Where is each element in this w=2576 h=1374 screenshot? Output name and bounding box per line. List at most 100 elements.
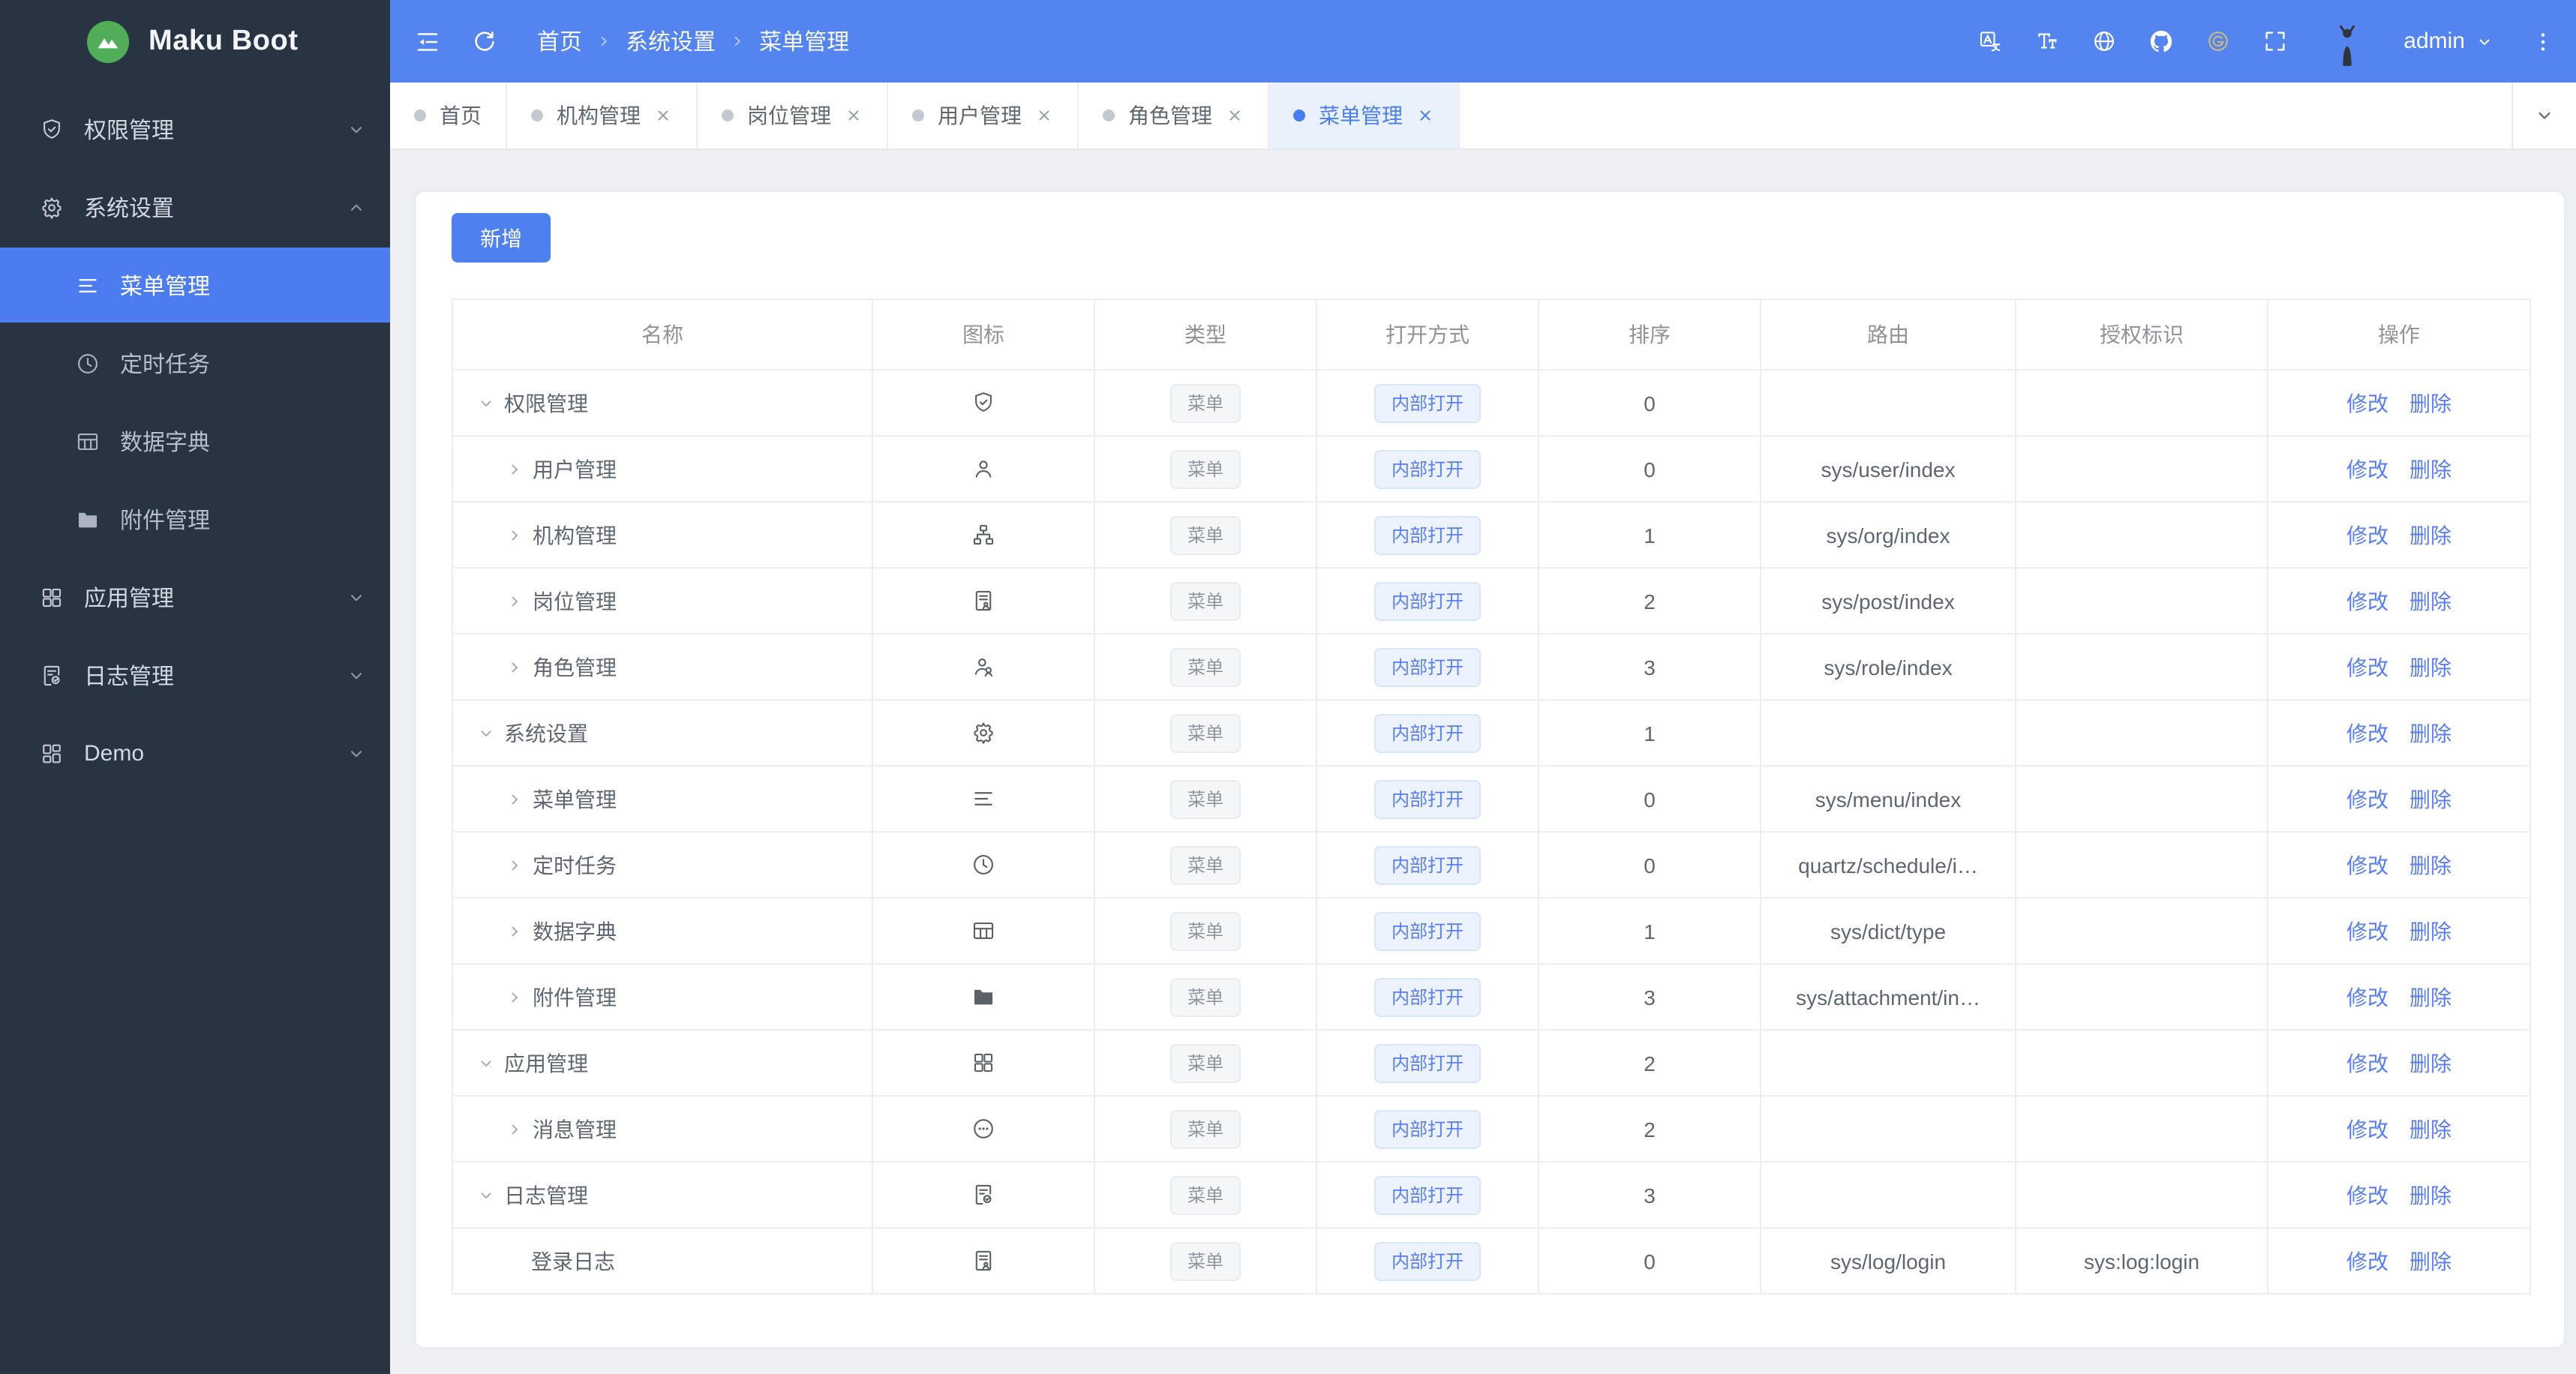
delete-link[interactable]: 删除: [2409, 1249, 2451, 1273]
delete-link[interactable]: 删除: [2409, 787, 2451, 811]
type-tag: 菜单: [1170, 977, 1240, 1016]
chevron-down-icon: [347, 743, 366, 763]
delete-link[interactable]: 删除: [2409, 985, 2451, 1009]
refresh-icon[interactable]: [471, 28, 498, 55]
id-card-icon: [971, 1249, 996, 1274]
expand-arrow[interactable]: [474, 1186, 497, 1204]
edit-link[interactable]: 修改: [2346, 853, 2388, 877]
breadcrumb-item[interactable]: 系统设置: [626, 26, 716, 57]
tab-item[interactable]: 机构管理: [507, 82, 698, 148]
expand-arrow[interactable]: [503, 790, 525, 808]
delete-link[interactable]: 删除: [2409, 655, 2451, 679]
edit-link[interactable]: 修改: [2346, 1183, 2388, 1207]
expand-arrow[interactable]: [503, 658, 525, 676]
breadcrumb-item[interactable]: 首页: [537, 26, 582, 57]
edit-link[interactable]: 修改: [2346, 919, 2388, 943]
route-cell: [1760, 369, 2016, 436]
chevron-right-icon: [505, 1120, 523, 1138]
route-cell: sys/dict/type: [1760, 897, 2016, 964]
tab-item[interactable]: 岗位管理: [698, 82, 888, 148]
tab-close-icon[interactable]: [1035, 106, 1053, 124]
menu-fold-icon[interactable]: [414, 28, 441, 55]
expand-arrow[interactable]: [503, 1120, 525, 1138]
edit-link[interactable]: 修改: [2346, 589, 2388, 613]
delete-link[interactable]: 删除: [2409, 853, 2451, 877]
user-menu[interactable]: admin: [2403, 28, 2493, 54]
expand-arrow[interactable]: [474, 1054, 497, 1072]
tab-item[interactable]: 角色管理: [1079, 82, 1269, 148]
more-menu-button[interactable]: [2531, 29, 2555, 53]
expand-arrow[interactable]: [503, 592, 525, 610]
delete-link[interactable]: 删除: [2409, 457, 2451, 481]
tab-label: 岗位管理: [747, 104, 831, 128]
tab-item[interactable]: 首页: [390, 82, 507, 148]
table-row: 岗位管理 菜单 内部打开 2 sys/post/index 修改 删除: [452, 567, 2531, 634]
user-icon: [971, 457, 996, 482]
tabs-dropdown-button[interactable]: [2511, 82, 2576, 148]
font-size-icon[interactable]: [2034, 28, 2060, 54]
sidebar-item-log[interactable]: 日志管理: [0, 638, 390, 712]
tab-item[interactable]: 用户管理: [888, 82, 1079, 148]
id-card-icon: [971, 589, 996, 614]
delete-link[interactable]: 删除: [2409, 391, 2451, 415]
gitee-icon[interactable]: [2205, 28, 2231, 54]
expand-arrow[interactable]: [474, 724, 497, 742]
tab-close-icon[interactable]: [1416, 106, 1434, 124]
edit-link[interactable]: 修改: [2346, 1117, 2388, 1141]
expand-arrow[interactable]: [474, 394, 497, 412]
sidebar-item-schedule[interactable]: 定时任务: [0, 326, 390, 400]
tab-close-icon[interactable]: [845, 106, 863, 124]
clock-icon: [971, 853, 996, 878]
edit-link[interactable]: 修改: [2346, 1249, 2388, 1273]
type-cell: 菜单: [1094, 1161, 1317, 1228]
delete-link[interactable]: 删除: [2409, 589, 2451, 613]
edit-link[interactable]: 修改: [2346, 391, 2388, 415]
edit-link[interactable]: 修改: [2346, 787, 2388, 811]
sidebar-item-menu[interactable]: 菜单管理: [0, 248, 390, 322]
fullscreen-icon[interactable]: [2262, 28, 2288, 54]
github-icon[interactable]: [2148, 28, 2174, 54]
expand-arrow[interactable]: [503, 922, 525, 940]
delete-link[interactable]: 删除: [2409, 523, 2451, 547]
sidebar-item-dict[interactable]: 数据字典: [0, 404, 390, 478]
name-cell-inner: 菜单管理: [453, 784, 871, 814]
route-cell: sys/log/login: [1760, 1227, 2016, 1294]
sidebar-item-attachment[interactable]: 附件管理: [0, 482, 390, 556]
expand-arrow[interactable]: [503, 988, 525, 1006]
avatar[interactable]: [2322, 16, 2372, 66]
sidebar-item-demo[interactable]: Demo: [0, 716, 390, 790]
tab-close-icon[interactable]: [654, 106, 672, 124]
delete-link[interactable]: 删除: [2409, 919, 2451, 943]
name-cell-inner: 用户管理: [453, 454, 871, 484]
edit-link[interactable]: 修改: [2346, 523, 2388, 547]
expand-arrow[interactable]: [503, 526, 525, 544]
language-icon[interactable]: [2091, 28, 2117, 54]
delete-link[interactable]: 删除: [2409, 721, 2451, 745]
edit-link[interactable]: 修改: [2346, 985, 2388, 1009]
add-button[interactable]: 新增: [452, 213, 551, 262]
edit-link[interactable]: 修改: [2346, 721, 2388, 745]
menu-name: 登录日志: [531, 1249, 615, 1273]
type-cell: 菜单: [1094, 963, 1317, 1030]
sort-cell: 0: [1538, 369, 1761, 436]
sidebar-item-auth[interactable]: 权限管理: [0, 92, 390, 166]
translate-icon[interactable]: [1977, 28, 2003, 54]
ops-cell: 修改 删除: [2267, 501, 2531, 568]
sidebar-item-label: 应用管理: [84, 586, 175, 611]
chevron-up-icon: [347, 197, 366, 217]
edit-link[interactable]: 修改: [2346, 1051, 2388, 1075]
tab-item[interactable]: 菜单管理: [1269, 82, 1460, 148]
expand-arrow[interactable]: [503, 856, 525, 874]
table-row: 菜单管理 菜单 内部打开 0 sys/menu/index 修改 删除: [452, 765, 2531, 832]
delete-link[interactable]: 删除: [2409, 1117, 2451, 1141]
open-mode-tag: 内部打开: [1374, 449, 1480, 488]
chevron-down-icon: [476, 724, 494, 742]
sidebar-item-system[interactable]: 系统设置: [0, 170, 390, 244]
edit-link[interactable]: 修改: [2346, 457, 2388, 481]
delete-link[interactable]: 删除: [2409, 1183, 2451, 1207]
tab-close-icon[interactable]: [1226, 106, 1244, 124]
sidebar-item-app[interactable]: 应用管理: [0, 560, 390, 634]
expand-arrow[interactable]: [503, 460, 525, 478]
delete-link[interactable]: 删除: [2409, 1051, 2451, 1075]
edit-link[interactable]: 修改: [2346, 655, 2388, 679]
